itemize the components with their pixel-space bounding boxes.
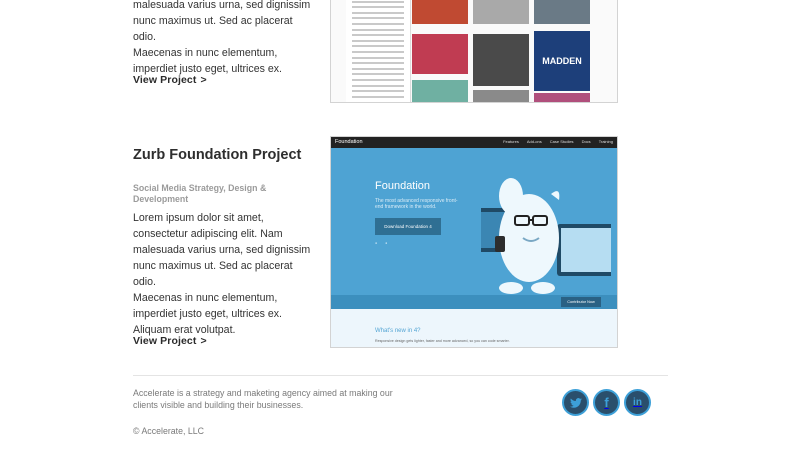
foundation-nav-item: Docs bbox=[581, 139, 591, 144]
desc-line: malesuada varius urna, sed dignissim bbox=[133, 0, 311, 11]
project-2-description: Lorem ipsum dolor sit amet, consectetur … bbox=[133, 210, 313, 338]
twitter-button[interactable] bbox=[562, 389, 589, 416]
desc-line: imperdiet justo eget, ultrices ex. bbox=[133, 308, 282, 320]
footer-description: Accelerate is a strategy and maketing ag… bbox=[133, 388, 393, 410]
view-project-1-link[interactable]: View Project > bbox=[133, 74, 207, 86]
foundation-whats-new-title: What's new in 4? bbox=[375, 328, 421, 334]
thumbnail-tile bbox=[534, 0, 590, 24]
foundation-hero-meta: ● ● bbox=[375, 241, 388, 245]
desc-line: malesuada varius urna, sed dignissim bbox=[133, 244, 311, 256]
thumbnail-tile bbox=[473, 0, 529, 24]
thumbnail-sidebar bbox=[346, 0, 411, 102]
foundation-contributor-bar: Contributor Now bbox=[331, 295, 617, 309]
desc-line: nunc maximus ut. Sed ac placerat odio. bbox=[133, 260, 293, 288]
desc-line: nunc maximus ut. Sed ac placerat odio. bbox=[133, 15, 293, 43]
view-project-label: View Project bbox=[133, 335, 197, 347]
yeti-mascot-icon bbox=[481, 178, 611, 294]
foundation-whats-new: What's new in 4? Responsive design gets … bbox=[331, 309, 617, 347]
twitter-icon bbox=[569, 397, 582, 408]
facebook-button[interactable]: f bbox=[593, 389, 620, 416]
foundation-nav-item: Features bbox=[503, 139, 519, 144]
footer-divider bbox=[133, 375, 668, 376]
arrow-right-icon: > bbox=[200, 335, 207, 347]
project-title: Zurb Foundation Project bbox=[133, 147, 302, 163]
linkedin-button[interactable]: in bbox=[624, 389, 651, 416]
project-2-thumbnail[interactable]: Foundation Features Add-ons Case Studies… bbox=[330, 136, 618, 348]
desc-line: Lorem ipsum dolor sit amet, bbox=[133, 212, 264, 224]
foundation-contributor-button: Contributor Now bbox=[561, 297, 601, 307]
project-subtitle: Social Media Strategy, Design & Developm… bbox=[133, 183, 267, 204]
foundation-nav-item: Training bbox=[598, 139, 613, 144]
arrow-right-icon: > bbox=[200, 74, 207, 86]
foundation-whats-new-text: Responsive design gets lighter, faster a… bbox=[375, 339, 510, 343]
desc-line: consectetur adipiscing elit. Nam bbox=[133, 228, 283, 240]
foundation-download-button: Download Foundation 4 bbox=[375, 218, 441, 235]
foundation-hero-title: Foundation bbox=[375, 180, 431, 192]
thumbnail-tile bbox=[412, 0, 468, 24]
project-1-description: malesuada varius urna, sed dignissim nun… bbox=[133, 0, 313, 77]
foundation-hero: Foundation The most advanced responsive … bbox=[331, 148, 617, 308]
project-1-thumbnail[interactable]: MADDEN bbox=[330, 0, 618, 103]
thumbnail-tile bbox=[534, 93, 590, 102]
foundation-nav-items: Features Add-ons Case Studies Docs Train… bbox=[503, 139, 613, 144]
copyright-text: © Accelerate, LLC bbox=[133, 426, 205, 436]
madden-game-tile: MADDEN bbox=[534, 31, 590, 91]
desc-line: Maecenas in nunc elementum, bbox=[133, 292, 278, 304]
foundation-hero-subtitle: The most advanced responsive front-end f… bbox=[375, 198, 458, 210]
view-project-label: View Project bbox=[133, 74, 197, 86]
foundation-navbar: Foundation Features Add-ons Case Studies… bbox=[331, 137, 617, 148]
thumbnail-tile bbox=[412, 80, 468, 102]
view-project-2-link[interactable]: View Project > bbox=[133, 335, 207, 347]
thumbnail-tile bbox=[473, 34, 529, 86]
facebook-icon: f bbox=[604, 395, 609, 410]
foundation-nav-item: Case Studies bbox=[549, 139, 574, 144]
madden-label: MADDEN bbox=[542, 56, 582, 66]
foundation-brand: Foundation bbox=[335, 139, 363, 145]
desc-line: Maecenas in nunc elementum, bbox=[133, 47, 278, 59]
thumbnail-tile bbox=[473, 90, 529, 102]
thumbnail-tile bbox=[412, 34, 468, 74]
foundation-nav-item: Add-ons bbox=[526, 139, 542, 144]
linkedin-icon: in bbox=[633, 397, 642, 408]
